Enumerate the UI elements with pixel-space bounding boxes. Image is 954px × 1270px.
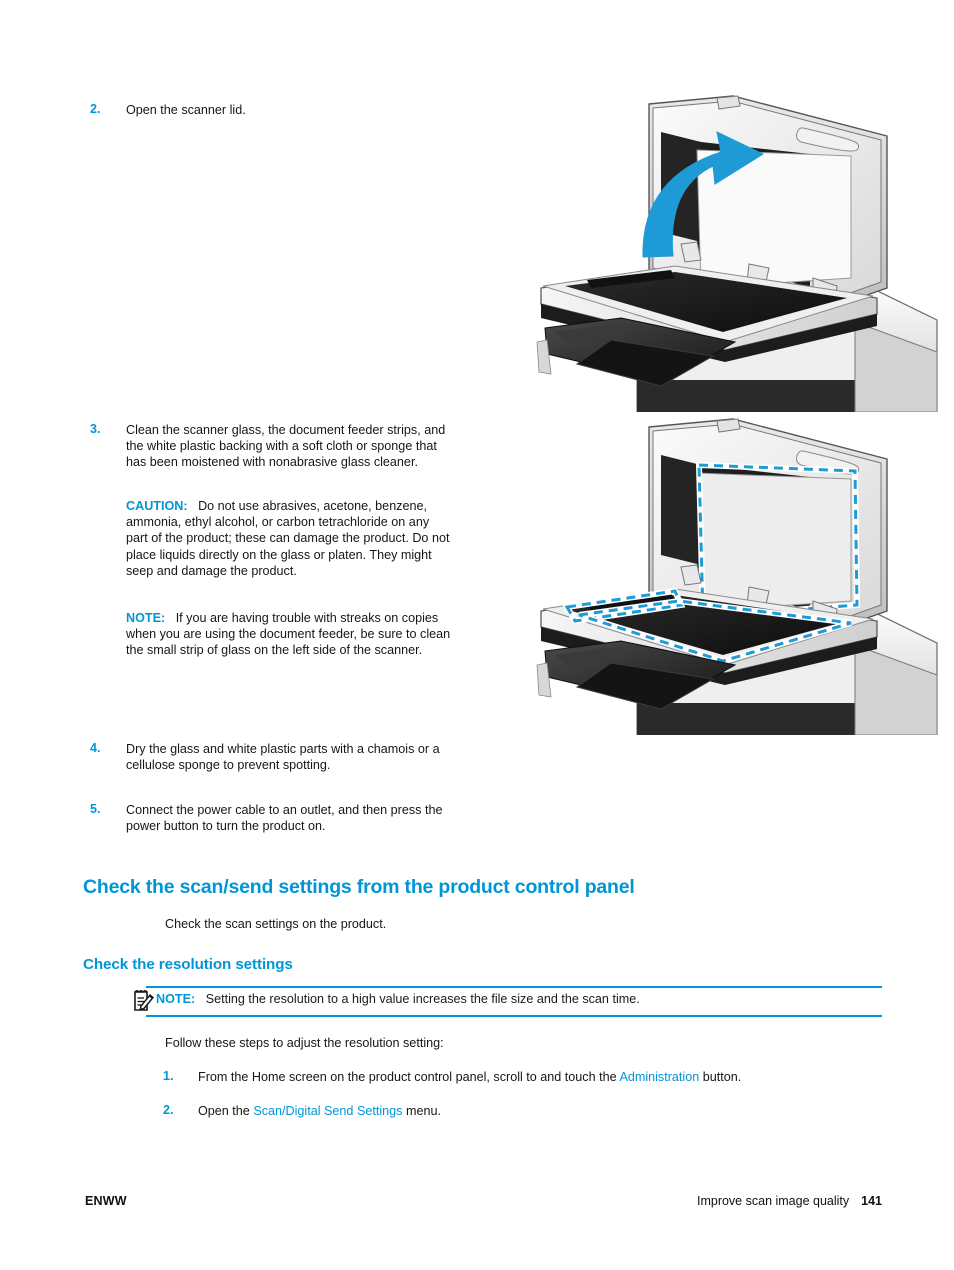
note-rule-bottom [146, 1015, 882, 1017]
step-number-2: 2. [90, 102, 101, 116]
step-number-4: 4. [90, 741, 101, 755]
procedure-number-1: 1. [163, 1069, 174, 1083]
ui-label-administration: Administration [619, 1070, 700, 1084]
section-subheading: Check the resolution settings [83, 956, 293, 973]
caution-label: CAUTION: [126, 499, 188, 513]
section-intro: Check the scan settings on the product. [165, 917, 387, 931]
ui-label-scan-digital-send-settings: Scan/Digital Send Settings [253, 1104, 403, 1118]
procedure-1-part-c: button. [699, 1070, 742, 1084]
section-heading: Check the scan/send settings from the pr… [83, 876, 635, 898]
figure-cleaning-areas [525, 415, 940, 736]
note-label: NOTE: [156, 992, 196, 1006]
note-rule-top [146, 986, 882, 988]
procedure-lead-in: Follow these steps to adjust the resolut… [165, 1036, 444, 1050]
procedure-2-part-a: Open the [198, 1104, 254, 1118]
step-text-2: Open the scanner lid. [126, 103, 246, 117]
procedure-2-part-c: menu. [402, 1104, 441, 1118]
note-callout: NOTE: Setting the resolution to a high v… [133, 986, 883, 1024]
footer-left-label: ENWW [85, 1194, 127, 1208]
step-number-5: 5. [90, 802, 101, 816]
step-3-caution: CAUTION: Do not use abrasives, acetone, … [126, 498, 452, 579]
step-3-note: NOTE: If you are having trouble with str… [126, 610, 452, 659]
note-body: NOTE: Setting the resolution to a high v… [156, 991, 886, 1007]
note-label-inline: NOTE: [126, 611, 166, 625]
footer-section-title: Improve scan image quality [696, 1194, 850, 1208]
procedure-step-1: From the Home screen on the product cont… [198, 1069, 898, 1085]
procedure-1-part-a: From the Home screen on the product cont… [198, 1070, 620, 1084]
procedure-step-2: Open the Scan/Digital Send Settings menu… [198, 1103, 898, 1119]
step-number-3: 3. [90, 422, 101, 436]
figure-scanner-lid-open [525, 92, 940, 413]
footer-right-label: Improve scan image quality 141 [697, 1194, 882, 1208]
step-text-3: Clean the scanner glass, the document fe… [126, 423, 446, 470]
document-page: 2. Open the scanner lid. 3. Clean the sc… [0, 0, 954, 1270]
step-text-4: Dry the glass and white plastic parts wi… [126, 742, 440, 773]
note-message: Setting the resolution to a high value i… [205, 992, 640, 1006]
step-text-5: Connect the power cable to an outlet, an… [126, 803, 443, 834]
note-pencil-icon [133, 989, 155, 1013]
procedure-number-2: 2. [163, 1103, 174, 1117]
footer-page-number: 141 [861, 1194, 882, 1208]
